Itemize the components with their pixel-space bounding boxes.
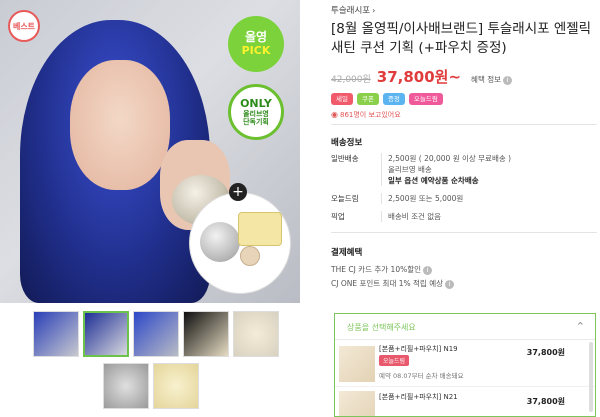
model-face	[70, 60, 170, 190]
general-shipping-carrier: 올리브영 배송	[388, 165, 432, 174]
product-title: [8월 올영픽/이사배브랜드] 투슬래시포 엔젤릭 새틴 쿠션 기획 (+파우치…	[331, 21, 592, 56]
pick-badge-line1: 올영	[244, 30, 268, 45]
option-tag: 오늘드림	[379, 355, 410, 366]
product-tags: 세일 쿠폰 증정 오늘드림	[331, 93, 443, 105]
option-selector-placeholder: 상품을 선택해주세요	[347, 323, 416, 332]
thumbnail-2[interactable]	[83, 311, 129, 357]
pickup-label: 픽업	[331, 212, 345, 221]
viewer-count: ◉ 861명이 보고있어요	[331, 110, 401, 120]
general-shipping-fee: 2,500원 ( 20,000 원 이상 무료배송 )	[388, 154, 512, 163]
brand-name: 투슬래시포	[331, 6, 371, 16]
pick-badge-line2: PICK	[241, 43, 271, 57]
shipping-title: 배송정보	[331, 138, 363, 148]
payment-perk-2-text: CJ ONE 포인트 최대 1% 적립 예상	[331, 279, 444, 288]
thumbnail-7[interactable]	[153, 363, 199, 409]
divider	[331, 232, 597, 233]
today-delivery-label: 오늘드림	[331, 194, 359, 203]
benefit-info-link[interactable]: 혜택 정보 i	[471, 74, 513, 85]
general-shipping-label: 일반배송	[331, 154, 359, 163]
payment-benefit-title: 결제혜택	[331, 248, 363, 258]
option-sub: 예약 08.07부터 순차 배송돼요	[379, 372, 464, 380]
thumbnail-5[interactable]	[233, 311, 279, 357]
plus-icon: +	[229, 183, 247, 201]
option-thumbnail	[339, 346, 375, 382]
price-row: 42,000원 37,800원~ 혜택 정보 i	[331, 66, 513, 87]
thumbnail-3[interactable]	[133, 311, 179, 357]
payment-perk-1[interactable]: THE CJ 카드 추가 10%할인 i	[331, 264, 433, 275]
divider	[331, 124, 597, 125]
only-badge: ONLY 올리브영 단독기획	[228, 84, 284, 140]
general-shipping-notice: 일부 옵션 예약상품 순차배송	[388, 176, 479, 185]
gift-puff-image	[240, 246, 260, 266]
product-info-panel: 투슬래시포 › [8월 올영픽/이사배브랜드] 투슬래시포 엔젤릭 새틴 쿠션 기…	[318, 0, 600, 417]
option-scrollbar[interactable]	[589, 342, 593, 412]
option-thumbnail	[339, 391, 375, 416]
today-delivery-value: 2,500원 또는 5,000원	[381, 193, 591, 204]
option-selector[interactable]: 상품을 선택해주세요 ⌃ [본품+리필+파우치] N19 오늘드림 예약 08.…	[334, 313, 596, 417]
best-badge: 베스트	[8, 10, 40, 42]
only-badge-line3: 단독기획	[243, 118, 269, 127]
info-icon: i	[423, 266, 433, 275]
product-tag: 증정	[382, 93, 405, 105]
eye-icon: ◉	[331, 110, 338, 119]
oliveyoung-pick-badge: 올영 PICK	[228, 16, 284, 72]
gift-case-image	[200, 222, 240, 262]
option-item[interactable]: [본품+리필+파우치] N21 37,800원	[335, 388, 595, 416]
product-gallery: 베스트 올영 PICK ONLY 올리브영 단독기획 +	[0, 0, 300, 417]
benefit-info-label: 혜택 정보	[471, 75, 502, 84]
brand-link[interactable]: 투슬래시포 ›	[331, 4, 375, 16]
payment-perk-1-text: THE CJ 카드 추가 10%할인	[331, 265, 422, 274]
option-item[interactable]: [본품+리필+파우치] N19 오늘드림 예약 08.07부터 순차 배송돼요 …	[335, 341, 595, 387]
info-icon: i	[503, 76, 513, 85]
chevron-right-icon: ›	[372, 6, 376, 15]
info-icon: i	[445, 280, 455, 289]
option-selector-header[interactable]: 상품을 선택해주세요 ⌃	[335, 314, 595, 340]
option-name: [본품+리필+파우치] N19	[379, 345, 458, 353]
only-badge-line1: ONLY	[240, 96, 272, 110]
pickup-value: 배송비 조건 없음	[381, 211, 591, 222]
sale-price: 37,800원~	[376, 68, 462, 86]
option-name: [본품+리필+파우치] N21	[379, 393, 458, 401]
original-price: 42,000원	[331, 75, 371, 85]
product-tag: 오늘드림	[408, 93, 443, 105]
option-price: 37,800원	[526, 348, 565, 357]
thumbnail-1[interactable]	[33, 311, 79, 357]
general-shipping-value: 2,500원 ( 20,000 원 이상 무료배송 ) 올리브영 배송 일부 옵…	[381, 153, 591, 186]
viewer-count-text: 861명이 보고있어요	[339, 111, 401, 119]
chevron-up-icon[interactable]: ⌃	[576, 320, 585, 333]
thumbnail-6[interactable]	[103, 363, 149, 409]
payment-perk-2[interactable]: CJ ONE 포인트 최대 1% 적립 예상 i	[331, 278, 455, 289]
product-main-image[interactable]: 베스트 올영 PICK ONLY 올리브영 단독기획 +	[0, 0, 300, 303]
product-tag: 쿠폰	[356, 93, 379, 105]
gift-box-image	[238, 212, 282, 246]
option-price: 37,800원	[526, 397, 565, 406]
product-tag: 세일	[331, 93, 353, 105]
thumbnail-4[interactable]	[183, 311, 229, 357]
